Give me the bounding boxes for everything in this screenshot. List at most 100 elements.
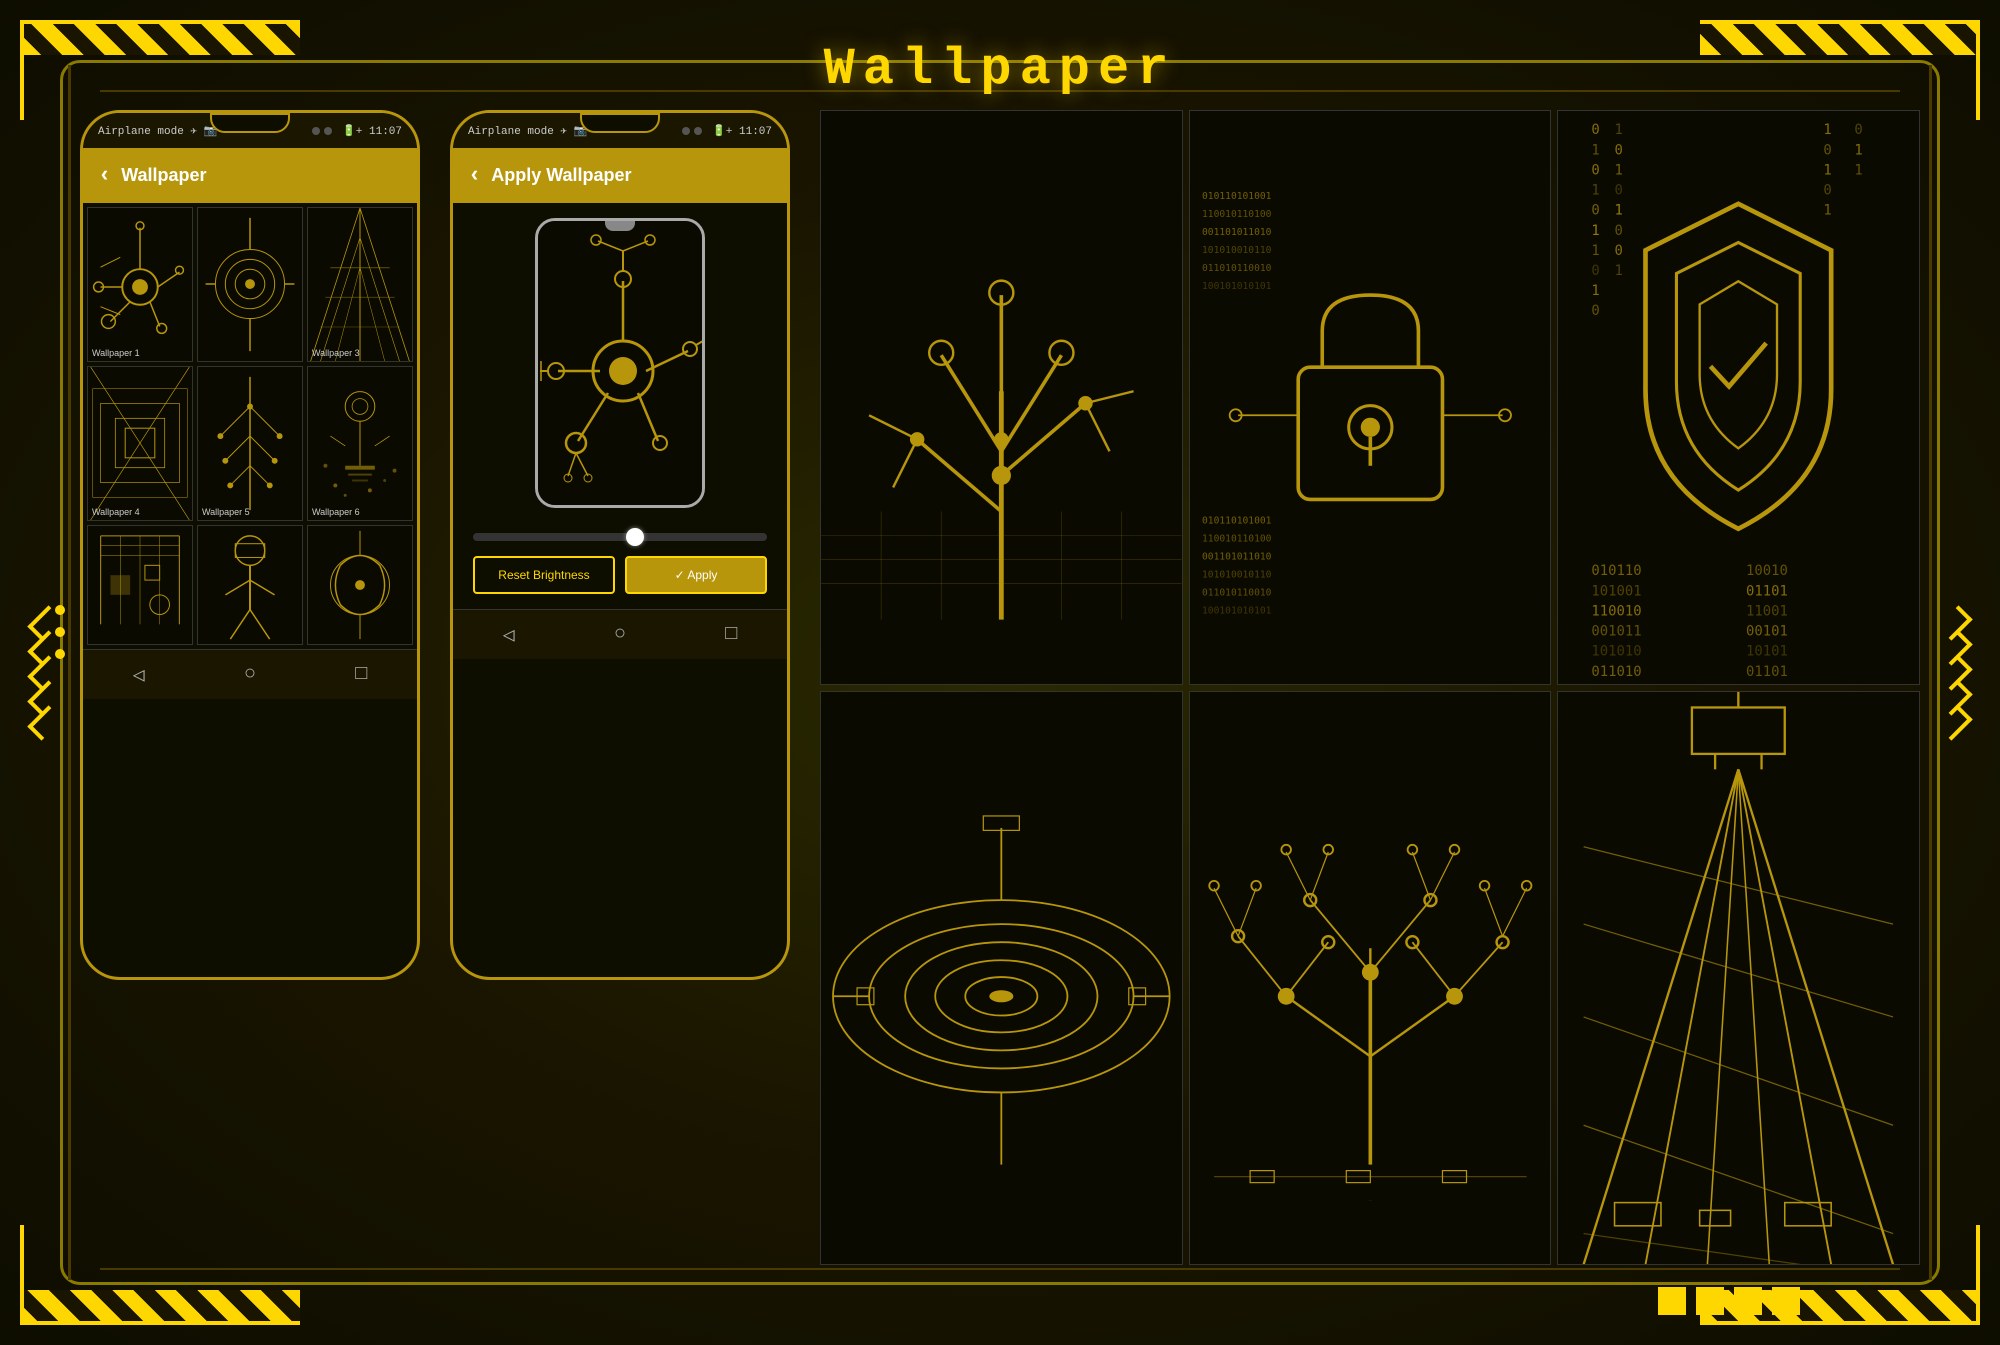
phone-left-content: Wallpaper 1 (83, 203, 417, 649)
phone-middle-content: Reset Brightness ✓ Apply (453, 203, 787, 609)
svg-text:0: 0 (1824, 142, 1832, 158)
wallpaper-thumb-2[interactable] (197, 207, 303, 362)
phone-left-title: Wallpaper (121, 165, 206, 186)
svg-text:110010110100: 110010110100 (1202, 534, 1272, 545)
wallpaper-large-2[interactable]: 010110101001 110010110100 001101011010 1… (1189, 110, 1552, 685)
svg-text:1: 1 (1592, 243, 1600, 259)
brightness-slider[interactable] (473, 533, 767, 541)
svg-text:11001: 11001 (1746, 603, 1788, 619)
svg-text:010110101001: 010110101001 (1202, 191, 1272, 202)
border-accent-bottom (100, 1268, 1900, 1270)
chevron-right-5 (1937, 705, 1972, 740)
phone-middle-header: ‹ Apply Wallpaper (453, 148, 787, 203)
wallpaper-large-1[interactable] (820, 110, 1183, 685)
wallpaper-6-label: Wallpaper 6 (312, 507, 360, 517)
svg-text:10010: 10010 (1746, 563, 1788, 579)
svg-text:0: 0 (1592, 303, 1600, 319)
content-area: Airplane mode ✈ 📷 🔋+ 11:07 ‹ Wallpaper (80, 110, 1920, 1265)
wallpaper-thumb-7[interactable] (87, 525, 193, 645)
svg-text:0: 0 (1615, 223, 1623, 239)
wallpaper-4-label: Wallpaper 4 (92, 507, 140, 517)
svg-text:0: 0 (1615, 142, 1623, 158)
wallpaper-thumb-3[interactable]: Wallpaper 3 (307, 207, 413, 362)
bottom-dot-2 (1696, 1287, 1724, 1315)
nav-recent-left[interactable]: □ (355, 663, 367, 686)
apply-button[interactable]: ✓ Apply (625, 556, 767, 594)
status-middle-left: Airplane mode ✈ 📷 (468, 124, 587, 138)
main-container: Wallpaper | Wallpaper Airplane mode ✈ 📷 … (0, 0, 2000, 1345)
svg-text:011010110010: 011010110010 (1202, 588, 1272, 599)
svg-text:0: 0 (1592, 263, 1600, 279)
reset-brightness-button[interactable]: Reset Brightness (473, 556, 615, 594)
svg-text:1: 1 (1615, 162, 1623, 178)
wallpaper-thumb-1[interactable]: Wallpaper 1 (87, 207, 193, 362)
svg-text:0: 0 (1592, 162, 1600, 178)
nav-recent-middle[interactable]: □ (725, 623, 737, 646)
wallpaper-large-4[interactable] (820, 691, 1183, 1266)
frame-line-left (68, 65, 71, 1280)
wallpaper-large-6[interactable] (1557, 691, 1920, 1266)
phone-middle-notch (580, 113, 660, 133)
svg-text:100101010101: 100101010101 (1202, 281, 1272, 292)
wallpaper-thumb-9[interactable] (307, 525, 413, 645)
nav-home-left[interactable]: ○ (244, 663, 256, 686)
action-buttons: Reset Brightness ✓ Apply (453, 551, 787, 609)
back-button-middle[interactable]: ‹ (468, 163, 481, 188)
wallpaper-grid: Wallpaper 1 (83, 203, 417, 649)
brightness-thumb[interactable] (626, 528, 644, 546)
wallpaper-thumb-8[interactable] (197, 525, 303, 645)
nav-home-middle[interactable]: ○ (614, 623, 626, 646)
svg-text:1: 1 (1592, 142, 1600, 158)
side-dot-1 (55, 605, 65, 615)
svg-text:1: 1 (1824, 203, 1832, 219)
phone-middle-title: Apply Wallpaper (491, 165, 631, 186)
wallpaper-large-3[interactable]: 0 1 0 1 0 1 1 0 1 0 1 0 1 0 1 0 0 (1557, 110, 1920, 685)
side-dots (55, 605, 65, 659)
wallpaper-5-label: Wallpaper 5 (202, 507, 250, 517)
svg-text:010110101001: 010110101001 (1202, 515, 1272, 526)
svg-text:1: 1 (1855, 142, 1863, 158)
side-dot-2 (55, 627, 65, 637)
camera-middle-dot-2 (694, 127, 702, 135)
bottom-dot-1 (1658, 1287, 1686, 1315)
wallpaper-thumb-5[interactable]: Wallpaper 5 (197, 366, 303, 521)
bottom-dots (1658, 1287, 1800, 1315)
svg-text:001011: 001011 (1592, 624, 1642, 640)
svg-text:1: 1 (1615, 203, 1623, 219)
phone-middle-cameras (682, 127, 702, 135)
wallpaper-large-5[interactable] (1189, 691, 1552, 1266)
svg-text:1: 1 (1592, 283, 1600, 299)
wallpaper-thumb-6[interactable]: Wallpaper 6 (307, 366, 413, 521)
status-middle-right: 🔋+ 11:07 (712, 124, 772, 138)
side-dot-3 (55, 649, 65, 659)
status-left: Airplane mode ✈ 📷 (98, 124, 217, 138)
svg-text:110010: 110010 (1592, 603, 1642, 619)
nav-back-middle[interactable]: ◁ (503, 622, 515, 648)
status-right: 🔋+ 11:07 (342, 124, 402, 138)
camera-dot-1 (312, 127, 320, 135)
svg-text:001101011010: 001101011010 (1202, 552, 1272, 563)
svg-text:001101011010: 001101011010 (1202, 227, 1272, 238)
wallpaper-thumb-4[interactable]: Wallpaper 4 (87, 366, 193, 521)
bottom-dot-3 (1734, 1287, 1762, 1315)
svg-text:0: 0 (1855, 122, 1863, 138)
svg-text:0: 0 (1592, 122, 1600, 138)
nav-back-left[interactable]: ◁ (133, 662, 145, 688)
svg-text:1: 1 (1592, 183, 1600, 199)
inner-phone-notch (605, 221, 635, 231)
inner-phone-preview (535, 218, 705, 508)
svg-text:1: 1 (1824, 162, 1832, 178)
svg-text:0: 0 (1615, 183, 1623, 199)
phone-middle: Airplane mode ✈ 📷 🔋+ 11:07 ‹ Apply Wallp… (450, 110, 790, 980)
chevron-left-5 (27, 705, 62, 740)
right-panel: 010110101001 110010110100 001101011010 1… (820, 110, 1920, 1265)
wallpaper-3-label: Wallpaper 3 (312, 348, 360, 358)
svg-text:101010: 101010 (1592, 644, 1642, 660)
back-button-left[interactable]: ‹ (98, 163, 111, 188)
svg-text:100101010101: 100101010101 (1202, 606, 1272, 617)
svg-text:110010110100: 110010110100 (1202, 209, 1272, 220)
phone-left: Airplane mode ✈ 📷 🔋+ 11:07 ‹ Wallpaper (80, 110, 420, 980)
frame-line-right (1929, 65, 1932, 1280)
svg-text:01101: 01101 (1746, 583, 1788, 599)
camera-middle-dot-1 (682, 127, 690, 135)
